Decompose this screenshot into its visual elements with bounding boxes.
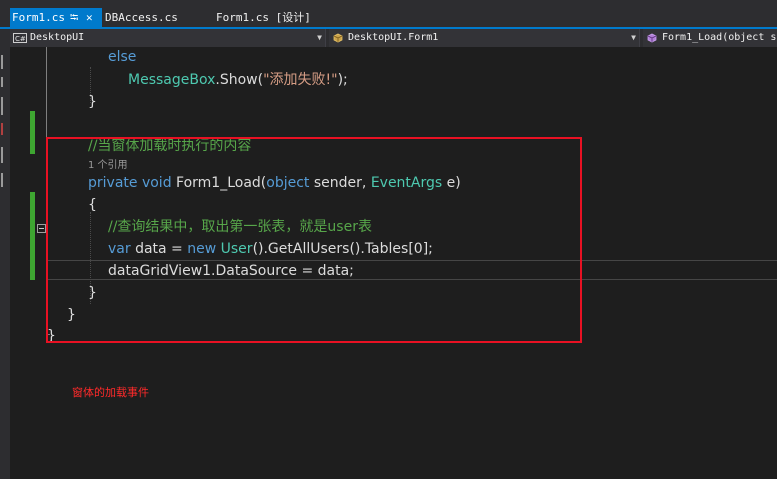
close-icon[interactable]: ✕: [86, 8, 93, 27]
document-tab-bar: Form1.cs ⭾ ✕ DBAccess.cs Form1.cs [设计]: [0, 0, 777, 27]
tab-label: Form1.cs [设计]: [216, 11, 311, 24]
member-dropdown[interactable]: Form1_Load(object s: [643, 29, 777, 47]
left-tool-strip: [0, 47, 10, 479]
type-name: DesktopUI.Form1: [348, 32, 439, 43]
strip-marker: [1, 147, 3, 163]
project-dropdown[interactable]: C# DesktopUI ▼: [10, 29, 326, 47]
collapse-toggle-icon[interactable]: [37, 224, 46, 233]
keyword: else: [108, 49, 137, 65]
csharp-project-icon: C#: [13, 33, 27, 43]
punctuation: );: [337, 72, 348, 88]
ide-window: Form1.cs ⭾ ✕ DBAccess.cs Form1.cs [设计] C…: [0, 0, 777, 479]
pin-icon[interactable]: ⭾: [70, 8, 78, 27]
type-name: MessageBox: [128, 72, 216, 88]
annotation-label: 窗体的加载事件: [72, 386, 149, 399]
member-name: Form1_Load(object s: [662, 32, 777, 43]
chevron-down-icon: ▼: [631, 33, 636, 42]
change-indicator: [30, 192, 35, 280]
tab-dbaccess-cs[interactable]: DBAccess.cs: [105, 8, 178, 27]
brace: }: [88, 94, 97, 110]
strip-marker: [1, 173, 3, 187]
strip-marker: [1, 123, 3, 135]
strip-marker: [1, 55, 3, 69]
method-icon: [647, 33, 657, 42]
type-dropdown[interactable]: DesktopUI.Form1 ▼: [329, 29, 640, 47]
code-line-brace: }: [88, 93, 97, 111]
tab-form1-cs[interactable]: Form1.cs ⭾ ✕: [10, 8, 102, 27]
code-line-else: else: [108, 48, 136, 66]
strip-marker: [1, 77, 3, 87]
method-call: .Show(: [215, 72, 264, 88]
code-editor[interactable]: else MessageBox.Show("添加失败!"); } //当窗体加载…: [10, 47, 777, 479]
chevron-down-icon: ▼: [317, 33, 322, 42]
svg-text:C#: C#: [15, 35, 26, 43]
tab-label: Form1.cs: [12, 11, 65, 24]
project-name: DesktopUI: [30, 32, 85, 43]
strip-marker: [1, 97, 3, 115]
change-indicator: [30, 111, 35, 154]
navigation-bar: C# DesktopUI ▼ DesktopUI.Form1 ▼ Form1_L…: [0, 29, 777, 48]
code-line-messagebox: MessageBox.Show("添加失败!");: [128, 71, 348, 89]
annotation-rectangle: [46, 137, 582, 343]
string-literal: "添加失败!": [263, 72, 338, 88]
class-icon: [333, 33, 343, 42]
tab-form1-designer[interactable]: Form1.cs [设计]: [216, 8, 311, 27]
tab-label: DBAccess.cs: [105, 11, 178, 24]
